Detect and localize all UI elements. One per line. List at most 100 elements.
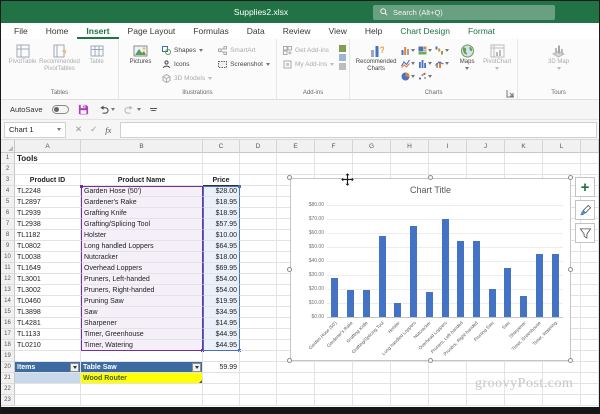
chart-bar-3[interactable] <box>378 235 386 317</box>
chart-bar-1[interactable] <box>347 290 355 317</box>
customize-toolbar-button[interactable] <box>149 108 157 111</box>
cell[interactable] <box>240 263 277 274</box>
cell-C6[interactable]: $18.95 <box>203 208 240 219</box>
pictures-button[interactable]: Pictures <box>122 42 159 66</box>
chart-title[interactable]: Chart Title <box>291 185 570 195</box>
cell[interactable] <box>429 373 467 384</box>
row-header-4[interactable]: 4 <box>1 186 15 197</box>
cell[interactable] <box>240 318 277 329</box>
cell[interactable] <box>467 164 505 175</box>
cell[interactable] <box>505 362 543 373</box>
cell-B17[interactable]: Timer, Greenhouse <box>81 329 203 340</box>
cell[interactable] <box>315 373 353 384</box>
name-box[interactable]: Chart 1 <box>4 121 66 138</box>
row-header-9[interactable]: 9 <box>1 241 15 252</box>
insert-column-chart-button[interactable] <box>401 46 418 55</box>
cell-A17[interactable]: TL1133 <box>15 329 81 340</box>
cell-C17[interactable]: $44.95 <box>203 329 240 340</box>
pivottable-button[interactable]: PivotTable <box>4 42 41 66</box>
insert-hierarchy-chart-button[interactable] <box>418 46 435 55</box>
chart-selection-handle[interactable] <box>287 175 292 180</box>
row-header-3[interactable]: 3 <box>1 175 15 186</box>
cell[interactable] <box>203 351 240 362</box>
dropdown-arrow-icon[interactable] <box>192 362 201 372</box>
row-header-7[interactable]: 7 <box>1 219 15 230</box>
cell[interactable] <box>391 384 429 395</box>
chart-bar-5[interactable] <box>410 226 418 317</box>
chart-bar-0[interactable] <box>331 277 339 317</box>
row-header-14[interactable]: 14 <box>1 296 15 307</box>
cell[interactable] <box>81 351 203 362</box>
cell-C15[interactable]: $34.95 <box>203 307 240 318</box>
cell[interactable] <box>240 230 277 241</box>
cell[interactable] <box>15 395 81 406</box>
cell[interactable] <box>315 153 353 164</box>
addin-mini-icons[interactable] <box>339 42 347 70</box>
cell-A14[interactable]: TL0460 <box>15 296 81 307</box>
3d-map-button[interactable]: 3D Map <box>544 42 574 70</box>
cell[interactable] <box>240 197 277 208</box>
cell-A13[interactable]: TL3002 <box>15 285 81 296</box>
chart-selection-handle[interactable] <box>568 175 573 180</box>
column-header-C[interactable]: C <box>203 140 240 153</box>
cell-C3[interactable]: Price <box>203 175 240 186</box>
cell[interactable] <box>240 252 277 263</box>
pivotchart-button[interactable]: PivotChart <box>480 42 514 70</box>
cell-A10[interactable]: TL0038 <box>15 252 81 263</box>
cell-A8[interactable]: TL1182 <box>15 230 81 241</box>
cell-B5[interactable]: Gardener's Rake <box>81 197 203 208</box>
cell-C11[interactable]: $69.95 <box>203 263 240 274</box>
chart-filters-button[interactable] <box>575 223 595 243</box>
chart-selection-handle[interactable] <box>568 266 573 272</box>
insert-waterfall-chart-button[interactable] <box>435 46 452 55</box>
insert-combo-chart-button[interactable] <box>435 59 452 68</box>
cell[interactable] <box>240 274 277 285</box>
row-header-18[interactable]: 18 <box>1 340 15 351</box>
charts-dialog-launcher-icon[interactable] <box>506 89 515 98</box>
cell[interactable] <box>581 263 599 274</box>
row-header-16[interactable]: 16 <box>1 318 15 329</box>
screenshot-button[interactable]: Screenshot <box>215 57 273 71</box>
cell[interactable] <box>240 186 277 197</box>
cell[interactable] <box>353 362 391 373</box>
cell[interactable] <box>581 274 599 285</box>
cell-B12[interactable]: Pruners, Left-handed <box>81 274 203 285</box>
cell[interactable] <box>429 362 467 373</box>
cell[interactable] <box>581 164 599 175</box>
tab-data[interactable]: Data <box>238 23 274 39</box>
cell-B8[interactable]: Holster <box>81 230 203 241</box>
cell[interactable] <box>15 164 81 175</box>
cell-B4[interactable]: Garden Hose (50') <box>80 185 203 197</box>
cell[interactable] <box>81 153 203 164</box>
tab-chart-design[interactable]: Chart Design <box>391 23 459 39</box>
cell[interactable] <box>581 153 599 164</box>
icons-button[interactable]: Icons <box>159 57 215 71</box>
cell[interactable] <box>240 373 277 384</box>
cell[interactable] <box>581 307 599 318</box>
tab-review[interactable]: Review <box>274 23 320 39</box>
cell-C14[interactable]: $19.95 <box>203 296 240 307</box>
chart-object[interactable]: Chart Title $80.00 $70.00 $60.00 $50.00 $40.… <box>290 178 571 361</box>
chart-bar-10[interactable] <box>488 289 496 317</box>
cell-A1[interactable]: Tools <box>15 153 81 164</box>
chart-bar-6[interactable] <box>425 291 433 317</box>
chart-bar-12[interactable] <box>520 296 528 317</box>
cell-C13[interactable]: $54.00 <box>203 285 240 296</box>
cell-A18[interactable]: TL0210 <box>15 340 81 351</box>
chart-styles-button[interactable] <box>575 200 595 220</box>
recommended-pivottables-button[interactable]: ? Recommended PivotTables <box>39 42 80 73</box>
cell[interactable] <box>203 153 240 164</box>
row-header-12[interactable]: 12 <box>1 274 15 285</box>
maps-button[interactable]: Maps <box>454 42 480 70</box>
tab-view[interactable]: View <box>320 23 356 39</box>
cell-B10[interactable]: Nutcracker <box>81 252 203 263</box>
3d-models-button[interactable]: 3D Models <box>159 71 215 85</box>
undo-button[interactable] <box>98 105 115 115</box>
cell[interactable] <box>581 252 599 263</box>
chart-selection-handle[interactable] <box>568 358 573 363</box>
cell-C7[interactable]: $57.95 <box>203 219 240 230</box>
cell[interactable] <box>581 351 599 362</box>
cell[interactable] <box>240 164 277 175</box>
column-header-F[interactable]: F <box>315 140 353 153</box>
cell-A7[interactable]: TL2938 <box>15 219 81 230</box>
